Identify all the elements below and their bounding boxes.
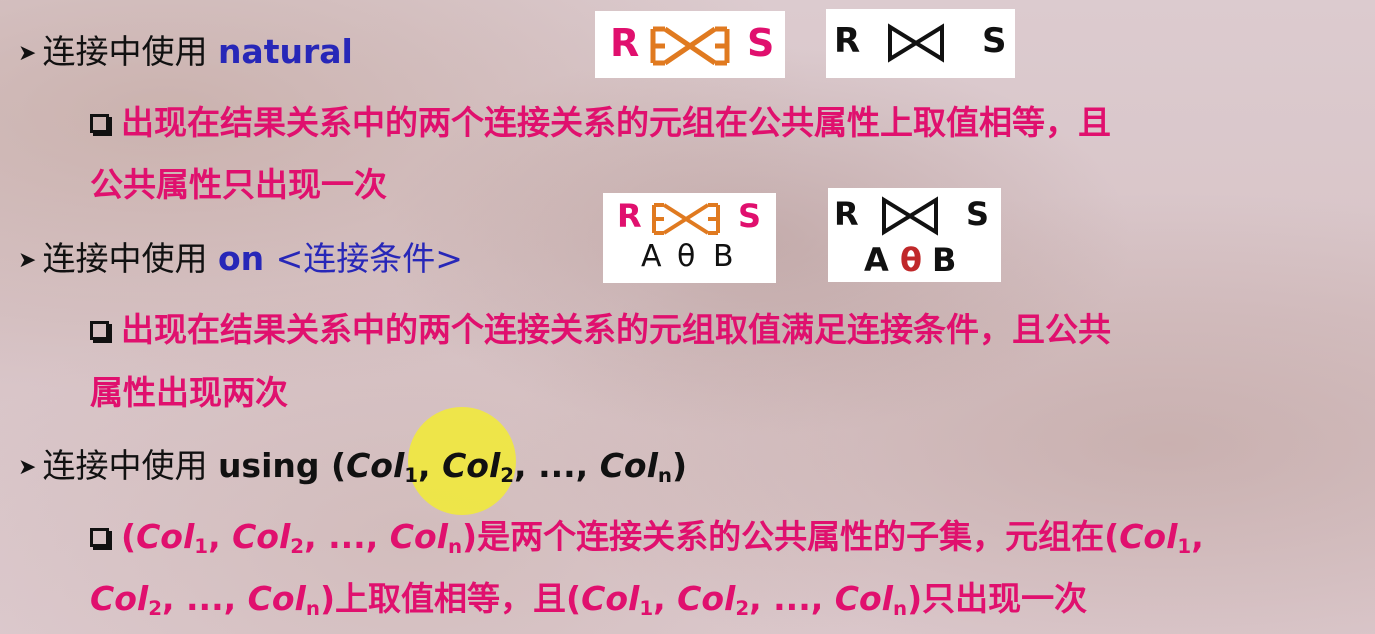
separator: , [418, 446, 443, 485]
condition-theta: θ [900, 241, 922, 279]
symbol-s: S [747, 21, 775, 65]
trailing-comma: , [1191, 517, 1204, 556]
col-subscript: 1 [639, 596, 654, 620]
symbol-s: S [982, 21, 1007, 61]
symbol-s: S [966, 195, 990, 233]
arrow-bullet-icon: ➤ [18, 41, 37, 66]
theta-join-symbol-black: R S A θ B [828, 188, 1001, 282]
col-name: Col [442, 446, 501, 485]
col-name: Col [1119, 517, 1178, 556]
col-name: Col [581, 579, 640, 618]
ellipsis: , ..., [514, 446, 600, 485]
sub-bullet-text: 出现在结果关系中的两个连接关系的元组取值满足连接条件，且公共 [121, 310, 1111, 349]
sub-bullet-2-line-1: 出现在结果关系中的两个连接关系的元组取值满足连接条件，且公共 [90, 310, 1111, 350]
square-bullet-icon [90, 321, 109, 340]
col-name: Col [599, 446, 658, 485]
sub-bullet-text: 只出现一次 [922, 579, 1088, 618]
join-bowtie-icon [650, 26, 730, 66]
col-subscript: 1 [404, 463, 419, 487]
close-paren: ) [907, 579, 923, 618]
col-name: Col [232, 517, 291, 556]
keyword-on: on [217, 239, 276, 278]
col-name: Col [389, 517, 448, 556]
col-subscript: n [305, 596, 320, 620]
col-name: Col [247, 579, 306, 618]
col-name: Col [834, 579, 893, 618]
square-bullet-icon [90, 114, 109, 133]
open-paren: ( [1104, 517, 1120, 556]
sub-bullet-text: 是两个连接关系的公共属性的子集，元组在 [477, 517, 1105, 556]
close-paren: ) [462, 517, 478, 556]
separator: , [208, 517, 233, 556]
bowtie-join-icon [882, 196, 938, 236]
join-bowtie-icon [652, 203, 720, 235]
symbol-r: R [617, 197, 642, 235]
col-subscript: n [892, 596, 908, 620]
ellipsis: , ..., [749, 579, 835, 618]
open-paren: ( [566, 579, 582, 618]
arrow-bullet-icon: ➤ [18, 248, 37, 273]
condition-a: A [864, 241, 889, 279]
symbol-s: S [738, 197, 762, 235]
bullet-using: ➤ 连接中使用 using (Col1, Col2, ..., Coln) [18, 446, 687, 491]
col-subscript: 2 [290, 534, 305, 558]
open-paren: ( [121, 517, 137, 556]
theta-join-symbol-colored: R S A θ B [603, 193, 776, 283]
keyword-condition: <连接条件> [275, 239, 463, 278]
col-subscript: 2 [500, 463, 515, 487]
symbol-r: R [610, 21, 640, 65]
sub-bullet-1-line-2: 公共属性只出现一次 [90, 165, 387, 204]
ellipsis: , ..., [304, 517, 390, 556]
bullet-text: 连接中使用 [42, 446, 218, 485]
separator: , [653, 579, 678, 618]
square-bullet-icon [90, 528, 109, 547]
col-subscript: 1 [1177, 534, 1192, 558]
sub-bullet-2-line-2: 属性出现两次 [90, 373, 288, 412]
col-name: Col [136, 517, 195, 556]
condition-theta: θ [677, 239, 696, 274]
col-name: Col [346, 446, 405, 485]
natural-join-symbol-colored: R S [595, 11, 785, 78]
bowtie-join-icon [888, 23, 944, 63]
sub-bullet-text: 上取值相等，且 [335, 579, 567, 618]
col-name: Col [677, 579, 736, 618]
close-paren: ) [672, 446, 688, 485]
ellipsis: , ..., [161, 579, 248, 618]
condition-b: B [713, 239, 734, 274]
keyword-natural: natural [217, 32, 353, 71]
sub-bullet-3-line-2: Col2, ..., Coln)上取值相等，且(Col1, Col2, ...,… [90, 579, 1087, 619]
condition-b: B [932, 241, 957, 279]
natural-join-symbol-black: R S [826, 9, 1015, 78]
symbol-r: R [834, 21, 861, 61]
symbol-r: R [834, 195, 859, 233]
close-paren: ) [319, 579, 336, 618]
sub-bullet-text: 出现在结果关系中的两个连接关系的元组在公共属性上取值相等，且 [121, 103, 1111, 142]
bullet-text: 连接中使用 [42, 32, 218, 71]
keyword-using: using ( [217, 446, 347, 485]
col-subscript: n [447, 534, 463, 558]
col-subscript: n [657, 463, 673, 487]
condition-a: A [641, 239, 662, 274]
col-subscript: 1 [194, 534, 209, 558]
col-name: Col [90, 579, 149, 618]
arrow-bullet-icon: ➤ [18, 455, 37, 480]
bullet-on: ➤ 连接中使用 on <连接条件> [18, 239, 463, 284]
sub-bullet-3-line-1: (Col1, Col2, ..., Coln)是两个连接关系的公共属性的子集，元… [90, 517, 1204, 557]
col-subscript: 2 [148, 596, 162, 620]
bullet-text: 连接中使用 [42, 239, 218, 278]
col-subscript: 2 [735, 596, 750, 620]
bullet-natural: ➤ 连接中使用 natural [18, 32, 353, 77]
sub-bullet-1-line-1: 出现在结果关系中的两个连接关系的元组在公共属性上取值相等，且 [90, 103, 1111, 143]
